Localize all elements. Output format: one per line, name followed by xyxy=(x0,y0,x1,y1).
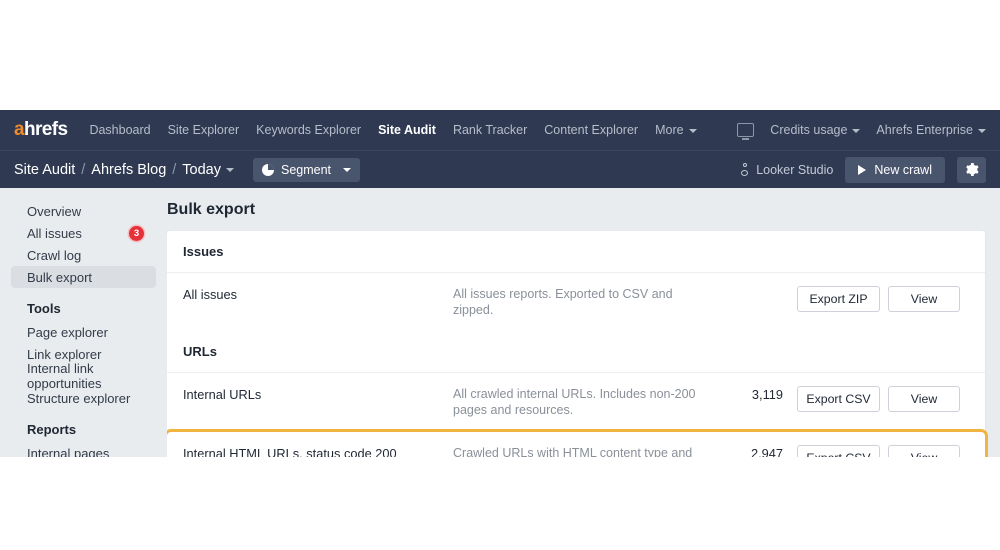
table-row: All issues All issues reports. Exported … xyxy=(167,273,985,331)
monitor-icon[interactable] xyxy=(737,123,755,140)
nav-link-site-audit[interactable]: Site Audit xyxy=(378,123,436,137)
gear-icon xyxy=(966,163,979,176)
row-actions: Export ZIP View xyxy=(797,286,960,312)
breadcrumb-date-selector[interactable]: Today xyxy=(182,162,234,178)
looker-studio-label: Looker Studio xyxy=(756,162,834,177)
ahrefs-logo[interactable]: ahrefs xyxy=(14,119,68,141)
row-name: All issues xyxy=(183,287,238,302)
row-name: Internal HTML URLs, status code 200 xyxy=(183,446,397,457)
chevron-down-icon xyxy=(343,167,352,172)
chevron-down-icon xyxy=(688,128,697,133)
row-actions: Export CSV View xyxy=(797,445,960,457)
sidebar-item-crawl-log[interactable]: Crawl log xyxy=(11,244,156,266)
export-button[interactable]: Export CSV xyxy=(797,386,880,412)
table-row-highlighted: Internal HTML URLs, status code 200 Craw… xyxy=(167,429,988,457)
row-description: All crawled internal URLs. Includes non-… xyxy=(453,387,696,417)
breadcrumb-root[interactable]: Site Audit xyxy=(14,162,75,178)
row-description: Crawled URLs with HTML content type and … xyxy=(453,446,693,457)
breadcrumb-separator: / xyxy=(172,161,177,178)
nav-link-keywords-explorer[interactable]: Keywords Explorer xyxy=(256,123,361,137)
primary-nav-links: Dashboard Site Explorer Keywords Explore… xyxy=(89,123,737,137)
logo-accent-letter: a xyxy=(14,119,25,140)
nav-link-rank-tracker[interactable]: Rank Tracker xyxy=(453,123,527,137)
nav-link-dashboard[interactable]: Dashboard xyxy=(89,123,150,137)
export-button[interactable]: Export ZIP xyxy=(797,286,880,312)
sidebar-item-label: Structure explorer xyxy=(27,390,131,406)
top-nav-right-group: Credits usage Ahrefs Enterprise xyxy=(737,123,986,140)
export-button[interactable]: Export CSV xyxy=(797,445,880,457)
looker-studio-icon xyxy=(741,163,750,176)
row-description: All issues reports. Exported to CSV and … xyxy=(453,287,673,317)
view-button[interactable]: View xyxy=(888,386,960,412)
sidebar-item-label: All issues xyxy=(27,225,82,241)
table-row: Internal URLs All crawled internal URLs.… xyxy=(167,373,985,432)
sidebar: Overview All issues 3 Crawl log Bulk exp… xyxy=(0,188,167,457)
main-content: Bulk export Issues All issues All issues… xyxy=(167,188,1000,457)
nav-link-site-explorer[interactable]: Site Explorer xyxy=(168,123,240,137)
nav-link-content-explorer[interactable]: Content Explorer xyxy=(544,123,638,137)
sidebar-item-all-issues[interactable]: All issues 3 xyxy=(11,222,156,244)
chevron-down-icon xyxy=(978,128,986,133)
breadcrumb-separator: / xyxy=(81,161,86,178)
sidebar-item-label: Internal pages xyxy=(27,445,110,458)
pie-chart-icon xyxy=(262,163,274,176)
chevron-down-icon xyxy=(226,167,234,172)
row-name: Internal URLs xyxy=(183,387,262,402)
sub-navigation-bar: Site Audit / Ahrefs Blog / Today Segment… xyxy=(0,150,1000,188)
page-title: Bulk export xyxy=(167,201,256,218)
play-icon xyxy=(858,164,867,175)
app-body: Overview All issues 3 Crawl log Bulk exp… xyxy=(0,188,1000,457)
sidebar-item-internal-pages[interactable]: Internal pages xyxy=(11,442,156,458)
segment-label: Segment xyxy=(281,162,332,177)
section-heading-urls: URLs xyxy=(167,331,985,373)
view-button[interactable]: View xyxy=(888,286,960,312)
section-heading-issues: Issues xyxy=(167,231,985,273)
sidebar-heading-reports: Reports xyxy=(27,422,77,437)
new-crawl-label: New crawl xyxy=(874,162,932,177)
sidebar-item-label: Overview xyxy=(27,203,82,219)
sidebar-item-label: Crawl log xyxy=(27,247,82,263)
bulk-export-card: Issues All issues All issues reports. Ex… xyxy=(167,231,988,457)
ahrefs-site-audit-app: ahrefs Dashboard Site Explorer Keywords … xyxy=(0,110,1000,457)
breadcrumb: Site Audit / Ahrefs Blog / Today Segment xyxy=(14,157,741,182)
breadcrumb-project[interactable]: Ahrefs Blog xyxy=(91,162,166,178)
account-label: Ahrefs Enterprise xyxy=(876,123,973,137)
sidebar-heading-tools: Tools xyxy=(27,301,61,316)
chevron-down-icon xyxy=(852,128,861,133)
status-badge: 3 xyxy=(129,225,144,241)
sub-nav-right-group: Looker Studio New crawl xyxy=(741,156,986,183)
sidebar-item-structure-explorer[interactable]: Structure explorer xyxy=(11,387,156,409)
top-navigation-bar: ahrefs Dashboard Site Explorer Keywords … xyxy=(0,110,1000,150)
sidebar-item-bulk-export[interactable]: Bulk export xyxy=(11,266,156,288)
segment-button[interactable]: Segment xyxy=(253,157,361,182)
new-crawl-button[interactable]: New crawl xyxy=(845,156,945,183)
looker-studio-button[interactable]: Looker Studio xyxy=(741,163,833,177)
row-count: 2,947 xyxy=(750,446,783,457)
breadcrumb-date-label: Today xyxy=(182,161,221,178)
view-button[interactable]: View xyxy=(888,445,960,457)
sidebar-item-label: Bulk export xyxy=(27,269,93,285)
row-count xyxy=(703,286,797,287)
credits-usage-label: Credits usage xyxy=(770,123,848,137)
row-actions: Export CSV View xyxy=(797,386,960,412)
logo-text: hrefs xyxy=(23,119,68,140)
sidebar-item-label: Link explorer xyxy=(27,346,102,362)
account-menu[interactable]: Ahrefs Enterprise xyxy=(876,123,986,137)
sidebar-item-label: Page explorer xyxy=(27,324,108,340)
settings-button[interactable] xyxy=(957,156,986,183)
nav-link-more-label: More xyxy=(655,123,684,137)
sidebar-item-internal-link-opportunities[interactable]: Internal link opportunities xyxy=(11,361,156,391)
row-count: 3,119 xyxy=(751,387,783,402)
sidebar-item-page-explorer[interactable]: Page explorer xyxy=(11,321,156,343)
sidebar-item-overview[interactable]: Overview xyxy=(11,200,156,222)
credits-usage-menu[interactable]: Credits usage xyxy=(770,123,861,137)
nav-link-more[interactable]: More xyxy=(655,123,697,137)
